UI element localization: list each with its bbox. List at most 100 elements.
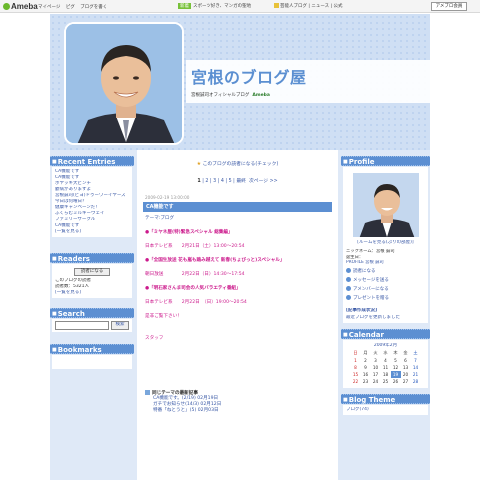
update-status-title: [記事作成状況] — [346, 307, 378, 313]
nav-pigg[interactable]: ピグ — [66, 5, 75, 10]
entry-program-time: 朝日放送 2月22日（日）14:30～17:54 — [145, 272, 245, 277]
powered-by-ameba[interactable]: Ameba — [252, 93, 269, 98]
calendar-day[interactable]: 28 — [411, 378, 421, 385]
promo2-icon — [274, 3, 279, 8]
profile-line[interactable]: PROFILE 宮根 誠司 — [343, 260, 428, 266]
readers-heading: Readers — [50, 253, 134, 263]
calendar-month: 2009年2月 — [373, 342, 398, 348]
calendar-heading: Calendar — [341, 328, 430, 339]
global-nav: マイページ ピグ ブログを書く — [38, 4, 111, 10]
readers-box: 読者になる このブログの読者 読者数：5321人 [一覧を見る] — [52, 264, 132, 298]
calendar-day[interactable]: 17 — [371, 371, 381, 378]
page-link[interactable]: 4 — [221, 179, 224, 184]
nav-write-blog[interactable]: ブログを書く — [80, 5, 107, 10]
profile-action-label: 読者になる — [353, 268, 376, 274]
left-sidebar: Recent Entries CA機能です CA機能です ボヤッキ大ピンチ 鬱病… — [50, 150, 134, 480]
readers-more-link[interactable]: [一覧を見る] — [55, 290, 129, 296]
calendar-day[interactable]: 20 — [401, 371, 411, 378]
calendar-day[interactable]: 3 — [371, 357, 381, 364]
page-link[interactable]: 5 — [229, 179, 232, 184]
ameba-logo-text: Ameba — [11, 2, 38, 11]
recent-entries-list: CA機能です CA機能です ボヤッキ大ピンチ 鬱病がありますよ 宮根誠司(ピヨ)… — [52, 167, 132, 237]
calendar-day[interactable]: 7 — [411, 357, 421, 364]
calendar-day[interactable]: 11 — [381, 364, 391, 371]
calendar-day[interactable]: 21 — [411, 371, 421, 378]
entry-date: 2009-02-19 13:00:00 — [145, 195, 190, 200]
profile-action-amember[interactable]: アメンバーになる — [346, 285, 428, 293]
right-sidebar: Profile [ルームを見る(ぷりの部屋)] ニックネーム：宮根 誠司 誕生日… — [341, 150, 430, 480]
calendar-day[interactable]: 5 — [391, 357, 401, 364]
calendar-day[interactable]: 24 — [371, 378, 381, 385]
calendar-day[interactable]: 6 — [401, 357, 411, 364]
promo-link[interactable]: 新着 スポーツ好き、マンガの聖地 — [178, 3, 251, 9]
page-last-link[interactable]: 最終 — [236, 179, 246, 184]
promo2-link[interactable]: 芸能人ブログ | ニュース | 公式 — [274, 3, 343, 9]
calendar-day[interactable]: 10 — [371, 364, 381, 371]
entry-program-title: ●「全国生放送 花も嵐も踏み越えて 新春(ちょびっと)スペシャル」 — [145, 258, 285, 263]
calendar-day[interactable]: 26 — [391, 378, 401, 385]
recent-entries-more-link[interactable]: [一覧を見る] — [55, 229, 129, 235]
profile-photo[interactable] — [351, 172, 420, 238]
calendar-week: 22 23 24 25 26 27 28 — [351, 378, 421, 385]
search-box: 検索 — [52, 319, 132, 332]
calendar-day[interactable]: 2 — [361, 357, 371, 364]
nav-mypage[interactable]: マイページ — [38, 5, 60, 10]
calendar-box: 2009年2月 日 月 火 水 木 金 土 1 2 3 4 5 6 7 8 9 … — [343, 339, 428, 388]
calendar-day[interactable]: 15 — [351, 371, 361, 378]
pagination: 1 | 2 | 3 | 4 | 5 | 最終 次ページ >> — [197, 179, 278, 184]
profile-room-link[interactable]: [ルームを見る(ぷりの部屋)] — [343, 240, 428, 246]
login-button[interactable]: アメブロ会員 — [431, 2, 467, 11]
calendar-day[interactable]: 12 — [391, 364, 401, 371]
main-content: ★ このブログの読者になる(チェック) 1 | 2 | 3 | 4 | 5 | … — [137, 150, 338, 480]
page-next-link[interactable]: 次ページ >> — [249, 179, 278, 184]
blog-title[interactable]: 宮根のブログ屋 — [191, 64, 307, 88]
become-reader-button[interactable]: 読者になる — [73, 268, 111, 276]
calendar-day[interactable]: 1 — [351, 357, 361, 364]
ameba-logo[interactable]: Ameba — [3, 2, 38, 11]
calendar-day[interactable]: 13 — [401, 364, 411, 371]
page-link[interactable]: 3 — [213, 179, 216, 184]
blog-theme-link[interactable]: ブログ(74) — [346, 407, 425, 413]
entry-title[interactable]: CA機能です — [143, 202, 332, 212]
profile-action-reader[interactable]: 読者になる — [346, 267, 428, 275]
profile-box: [ルームを見る(ぷりの部屋)] ニックネーム：宮根 誠司 誕生日： PROFIL… — [343, 167, 428, 323]
calendar-day[interactable]: 23 — [361, 378, 371, 385]
reader-icon — [346, 267, 351, 273]
calendar-day[interactable]: 4 — [381, 357, 391, 364]
calendar-day-highlighted[interactable]: 19 — [390, 370, 401, 378]
calendar-day[interactable]: 8 — [351, 364, 361, 371]
search-heading: Search — [50, 308, 134, 318]
weekday: 日 — [353, 350, 358, 356]
calendar-week: 15 16 17 18 19 20 21 — [351, 370, 421, 378]
entry-theme-link[interactable]: テーマ:ブログ — [145, 216, 338, 222]
profile-action-present[interactable]: プレゼントを贈る — [346, 294, 428, 302]
calendar-day[interactable]: 25 — [381, 378, 391, 385]
calendar-day[interactable]: 16 — [361, 371, 371, 378]
page-link[interactable]: 2 — [205, 179, 208, 184]
calendar-day[interactable]: 14 — [411, 364, 421, 371]
related-entry-link[interactable]: 特番「ねとうと」(5) 02月03日 — [153, 408, 338, 414]
bookmarks-heading: Bookmarks — [50, 344, 134, 354]
calendar-day[interactable]: 27 — [401, 378, 411, 385]
profile-action-message[interactable]: メッセージを送る — [346, 276, 428, 284]
search-button[interactable]: 検索 — [111, 321, 129, 330]
calendar-day[interactable]: 18 — [381, 371, 391, 378]
profile-details: ニックネーム：宮根 誠司 誕生日： PROFILE 宮根 誠司 — [343, 249, 428, 266]
present-icon — [346, 294, 351, 300]
calendar-week: 8 9 10 11 12 13 14 — [351, 364, 421, 371]
blog-subtitle: 宮根誠司オフィシャルブログ Ameba — [191, 92, 270, 98]
weekday: 水 — [383, 350, 388, 356]
reader-notice[interactable]: ★ このブログの読者になる(チェック) — [137, 160, 338, 167]
calendar-weekdays: 日 月 火 水 木 金 土 — [351, 350, 421, 357]
notice-icon: ★ — [196, 162, 202, 167]
search-input[interactable] — [55, 321, 109, 330]
ameba-logo-icon — [3, 3, 10, 10]
entry-signature: スタッフ — [145, 336, 164, 341]
weekday: 火 — [373, 350, 378, 356]
message-icon — [346, 276, 351, 282]
calendar-day[interactable]: 22 — [351, 378, 361, 385]
blog-theme-box: ブログ(74) — [343, 404, 428, 415]
calendar-day[interactable]: 9 — [361, 364, 371, 371]
header-portrait-image — [64, 22, 184, 145]
promo2-text: 芸能人ブログ | ニュース | 公式 — [280, 4, 343, 9]
